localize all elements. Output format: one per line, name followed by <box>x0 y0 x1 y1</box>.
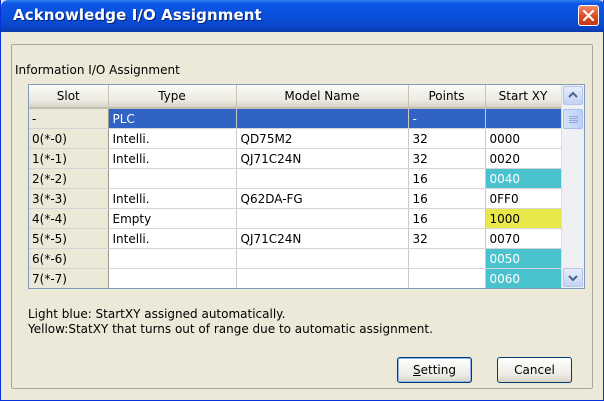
start-xy-cell[interactable]: 0070 <box>485 228 562 249</box>
points-cell[interactable]: 32 <box>408 228 486 249</box>
model-name-cell[interactable] <box>236 208 409 229</box>
type-cell[interactable] <box>108 268 237 288</box>
start-xy-cell[interactable]: 0020 <box>485 148 562 169</box>
scroll-up-button[interactable] <box>563 86 583 105</box>
points-cell[interactable]: 16 <box>408 168 486 189</box>
table-row[interactable]: 0(*-0) Intelli. QD75M2 32 0000 <box>29 128 562 149</box>
type-cell[interactable] <box>108 248 237 269</box>
column-header-model-name[interactable]: Model Name <box>236 85 409 109</box>
slot-cell[interactable]: 0(*-0) <box>29 128 109 149</box>
column-header-slot[interactable]: Slot <box>29 85 109 109</box>
slot-cell[interactable]: 5(*-5) <box>29 228 109 249</box>
start-xy-cell[interactable]: 0060 <box>485 268 562 288</box>
setting-button[interactable]: Setting <box>397 357 472 383</box>
start-xy-cell[interactable]: 0FF0 <box>485 188 562 209</box>
scroll-down-button[interactable] <box>563 268 583 287</box>
type-cell[interactable]: Intelli. <box>108 128 237 149</box>
points-cell[interactable]: 16 <box>408 188 486 209</box>
column-header-points[interactable]: Points <box>408 85 486 109</box>
column-header-start-xy[interactable]: Start XY <box>485 85 562 109</box>
start-xy-cell[interactable]: 0050 <box>485 248 562 269</box>
table-row[interactable]: - PLC - <box>29 108 562 129</box>
close-button[interactable] <box>578 5 599 26</box>
type-cell[interactable]: Intelli. <box>108 148 237 169</box>
model-name-cell[interactable]: Q62DA-FG <box>236 188 409 209</box>
setting-mnemonic: S <box>413 363 421 377</box>
table-row[interactable]: 4(*-4) Empty 16 1000 <box>29 208 562 229</box>
io-assignment-table: Slot Type Model Name Points Start XY - PL… <box>28 84 585 289</box>
slot-cell[interactable]: 4(*-4) <box>29 208 109 229</box>
legend-yellow-note: Yellow:StatXY that turns out of range du… <box>28 322 433 336</box>
close-icon <box>583 10 594 21</box>
cancel-button[interactable]: Cancel <box>497 357 572 383</box>
type-cell[interactable]: Intelli. <box>108 188 237 209</box>
start-xy-cell[interactable]: 1000 <box>485 208 562 229</box>
model-name-cell[interactable]: QJ71C24N <box>236 148 409 169</box>
slot-cell[interactable]: 2(*-2) <box>29 168 109 189</box>
model-name-cell[interactable] <box>236 108 409 129</box>
model-name-cell[interactable]: QD75M2 <box>236 128 409 149</box>
slot-cell[interactable]: 6(*-6) <box>29 248 109 269</box>
window-title: Acknowledge I/O Assignment <box>13 6 262 24</box>
slot-cell[interactable]: 1(*-1) <box>29 148 109 169</box>
column-header-type[interactable]: Type <box>108 85 237 109</box>
slot-cell[interactable]: 3(*-3) <box>29 188 109 209</box>
model-name-cell[interactable]: QJ71C24N <box>236 228 409 249</box>
table-row[interactable]: 1(*-1) Intelli. QJ71C24N 32 0020 <box>29 148 562 169</box>
group-label: Information I/O Assignment <box>15 63 180 77</box>
vertical-scrollbar[interactable] <box>561 85 584 288</box>
title-bar[interactable]: Acknowledge I/O Assignment <box>1 0 604 32</box>
points-cell[interactable]: 32 <box>408 148 486 169</box>
legend-light-blue-note: Light blue: StartXY assigned automatical… <box>28 307 286 321</box>
scroll-thumb[interactable] <box>563 109 583 129</box>
start-xy-cell[interactable]: 0000 <box>485 128 562 149</box>
points-cell[interactable] <box>408 248 486 269</box>
table-row[interactable]: 3(*-3) Intelli. Q62DA-FG 16 0FF0 <box>29 188 562 209</box>
points-cell[interactable]: 16 <box>408 208 486 229</box>
chevron-down-icon <box>568 275 578 282</box>
table-row[interactable]: 6(*-6) 0050 <box>29 248 562 269</box>
table-row[interactable]: 5(*-5) Intelli. QJ71C24N 32 0070 <box>29 228 562 249</box>
model-name-cell[interactable] <box>236 248 409 269</box>
points-cell[interactable]: - <box>408 108 486 129</box>
start-xy-cell[interactable]: 0040 <box>485 168 562 189</box>
type-cell[interactable]: Empty <box>108 208 237 229</box>
points-cell[interactable] <box>408 268 486 288</box>
table-row[interactable]: 7(*-7) 0060 <box>29 268 562 288</box>
table-row[interactable]: 2(*-2) 16 0040 <box>29 168 562 189</box>
type-cell[interactable]: PLC <box>108 108 237 129</box>
slot-cell[interactable]: 7(*-7) <box>29 268 109 288</box>
model-name-cell[interactable] <box>236 268 409 288</box>
slot-cell[interactable]: - <box>29 108 109 129</box>
type-cell[interactable]: Intelli. <box>108 228 237 249</box>
dialog-window: Acknowledge I/O Assignment Information I… <box>0 0 604 401</box>
points-cell[interactable]: 32 <box>408 128 486 149</box>
table-header: Slot Type Model Name Points Start XY <box>29 85 562 109</box>
model-name-cell[interactable] <box>236 168 409 189</box>
start-xy-cell[interactable] <box>485 108 562 129</box>
chevron-up-icon <box>568 91 578 98</box>
type-cell[interactable] <box>108 168 237 189</box>
